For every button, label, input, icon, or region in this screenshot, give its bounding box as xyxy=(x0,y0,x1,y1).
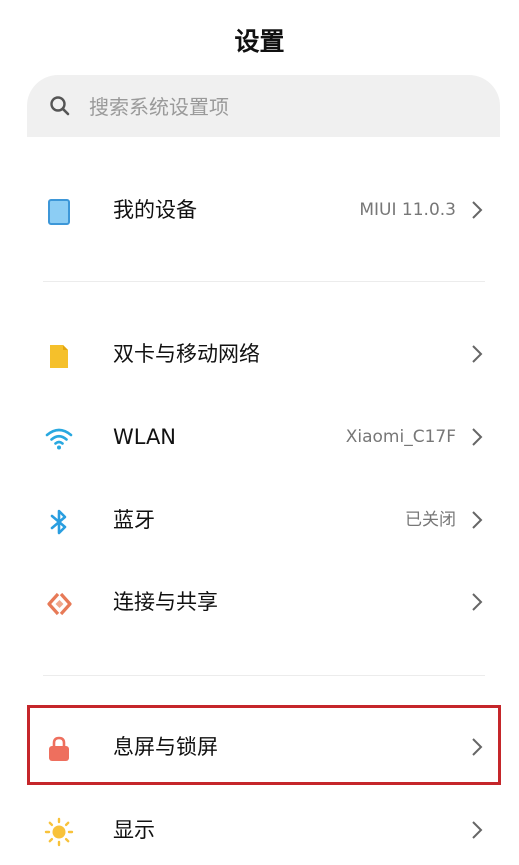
search-icon xyxy=(50,96,70,116)
section-divider xyxy=(43,281,485,282)
settings-item-label: WLAN xyxy=(113,425,177,449)
page-title: 设置 xyxy=(234,27,285,56)
chevron-right-icon xyxy=(472,738,483,756)
search-input[interactable] xyxy=(87,91,471,123)
chevron-right-icon xyxy=(472,821,483,839)
settings-item-label: 蓝牙 xyxy=(113,508,155,532)
bluetooth-icon xyxy=(50,509,67,535)
settings-item-lock-screen[interactable]: 息屏与锁屏 xyxy=(0,712,519,782)
chevron-right-icon xyxy=(472,511,483,529)
chevron-right-icon xyxy=(472,201,483,219)
chevron-right-icon xyxy=(472,428,483,446)
settings-item-value: MIUI 11.0.3 xyxy=(359,200,456,220)
settings-item-bluetooth[interactable]: 蓝牙 已关闭 xyxy=(0,485,519,555)
settings-item-label: 显示 xyxy=(113,818,155,842)
tablet-icon xyxy=(48,199,70,225)
settings-item-connection-sharing[interactable]: 连接与共享 xyxy=(0,567,519,637)
settings-item-value: Xiaomi_C17F xyxy=(345,427,456,447)
settings-item-label: 双卡与移动网络 xyxy=(113,342,260,366)
settings-item-my-device[interactable]: 我的设备 MIUI 11.0.3 xyxy=(0,175,519,245)
connection-share-icon xyxy=(47,592,72,616)
section-divider xyxy=(43,675,485,676)
lock-icon xyxy=(49,736,69,761)
search-bar[interactable] xyxy=(27,75,500,137)
sim-card-icon xyxy=(50,345,68,368)
settings-item-label: 息屏与锁屏 xyxy=(113,735,218,759)
chevron-right-icon xyxy=(472,593,483,611)
wifi-icon xyxy=(45,428,73,450)
settings-item-wlan[interactable]: WLAN Xiaomi_C17F xyxy=(0,402,519,472)
chevron-right-icon xyxy=(472,345,483,363)
settings-item-display[interactable]: 显示 xyxy=(0,795,519,865)
sun-icon xyxy=(44,817,74,847)
settings-item-value: 已关闭 xyxy=(405,510,456,530)
settings-item-label: 我的设备 xyxy=(113,198,197,222)
settings-item-label: 连接与共享 xyxy=(113,590,218,614)
settings-item-dual-sim[interactable]: 双卡与移动网络 xyxy=(0,319,519,389)
